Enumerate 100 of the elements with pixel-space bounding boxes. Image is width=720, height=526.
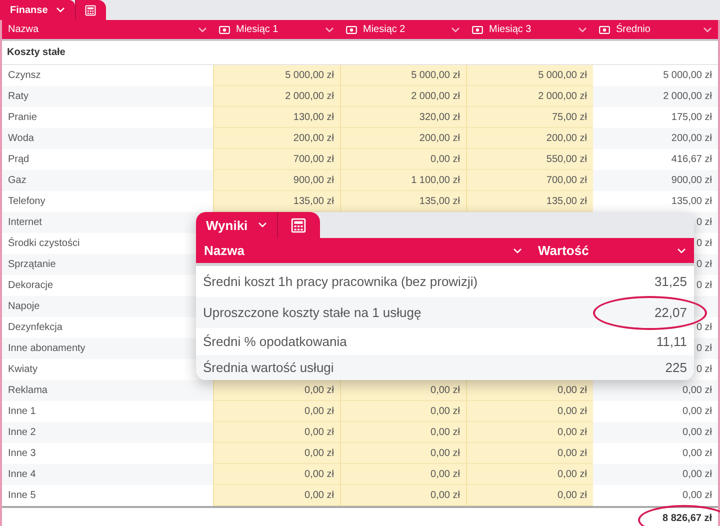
column-header[interactable]: Nazwa — [196, 238, 530, 263]
amount-cell: 175,00 zł — [671, 112, 712, 123]
amount-cell: 900,00 zł — [671, 175, 712, 186]
result-label: Średni koszt 1h pracy pracownika (bez prowizji) — [203, 274, 479, 289]
amount-cell: 0,00 zł — [304, 384, 334, 396]
column-header[interactable]: Nazwa — [2, 20, 213, 39]
column-header[interactable]: Miesiąc 2 — [340, 20, 466, 39]
result-value: 11,11 — [656, 334, 687, 349]
chevron-down-icon[interactable] — [703, 26, 712, 32]
amount-cell: 0 zł — [696, 364, 712, 375]
chevron-down-icon[interactable] — [578, 26, 587, 32]
amount-cell: 0,00 zł — [304, 468, 334, 480]
amount-cell: 0,00 zł — [682, 448, 712, 459]
amount-cell: 0,00 zł — [304, 426, 334, 438]
amount-cell: 200,00 zł — [546, 132, 587, 144]
banknote-icon — [599, 26, 610, 34]
amount-cell: 0,00 zł — [430, 490, 460, 500]
row-name: Inne 4 — [7, 468, 37, 482]
amount-cell: 5 000,00 zł — [411, 70, 460, 80]
calculator-icon[interactable] — [291, 218, 306, 232]
column-header[interactable]: Średnio — [593, 20, 718, 39]
row-name: Inne 3 — [7, 447, 37, 461]
amount-cell: 0,00 zł — [558, 426, 587, 438]
row-name: Prąd — [7, 153, 30, 167]
calculator-tab[interactable] — [74, 0, 106, 20]
banknote-icon — [472, 26, 483, 34]
amount-cell: 135,00 zł — [671, 196, 712, 207]
amount-cell: 0,00 zł — [430, 468, 460, 480]
amount-cell: 0 zł — [696, 322, 712, 333]
row-name: Gaz — [7, 174, 28, 188]
banknote-icon — [346, 26, 357, 34]
amount-cell: 0,00 zł — [558, 490, 587, 500]
amount-cell: 0,00 zł — [430, 448, 460, 458]
amount-cell: 2 000,00 zł — [411, 90, 460, 102]
amount-cell: 0,00 zł — [304, 406, 334, 416]
result-label: Średni % opodatkowania — [203, 334, 348, 349]
row-name: Dezynfekcja — [7, 321, 64, 335]
chevron-down-icon[interactable] — [325, 26, 334, 32]
chevron-down-icon[interactable] — [451, 26, 460, 32]
amount-cell: 75,00 zł — [552, 112, 587, 122]
amount-cell: 1 100,00 zł — [411, 174, 460, 186]
result-value: 225 — [665, 360, 687, 375]
amount-cell: 200,00 zł — [293, 132, 334, 144]
amount-cell: 0,00 zł — [558, 448, 587, 458]
amount-cell: 0 zł — [696, 238, 712, 249]
amount-cell: 0,00 zł — [682, 427, 712, 438]
amount-cell: 5 000,00 zł — [538, 70, 587, 80]
amount-cell: 416,67 zł — [671, 154, 712, 165]
amount-cell: 0,00 zł — [430, 426, 460, 438]
result-value: 31,25 — [654, 274, 687, 289]
amount-cell: 0 zł — [696, 343, 712, 354]
amount-cell: 2 000,00 zł — [663, 91, 712, 102]
row-name: Inne 2 — [7, 426, 37, 440]
amount-cell: 130,00 zł — [293, 112, 334, 122]
column-header[interactable]: Wartość — [530, 238, 694, 263]
column-header[interactable]: Miesiąc 3 — [466, 20, 593, 39]
row-name: Raty — [7, 90, 30, 104]
amount-cell: 0 zł — [696, 259, 712, 270]
row-name: Czynsz — [7, 69, 42, 83]
amount-cell: 0,00 zł — [304, 490, 334, 500]
amount-cell: 0,00 zł — [558, 384, 587, 396]
column-header[interactable]: Miesiąc 1 — [213, 20, 340, 39]
result-value: 22,07 — [654, 305, 687, 320]
row-name: Inne 1 — [7, 405, 37, 419]
amount-cell: 0,00 zł — [558, 406, 587, 416]
amount-cell: 0 zł — [696, 280, 712, 291]
amount-cell: 0,00 zł — [430, 154, 460, 164]
total-amount: 8 826,67 zł — [662, 512, 712, 524]
column-label: Miesiąc 3 — [489, 24, 532, 35]
amount-cell: 2 000,00 zł — [285, 90, 334, 102]
calculator-icon[interactable] — [85, 4, 96, 16]
banknote-icon — [219, 26, 230, 34]
amount-cell: 200,00 zł — [671, 133, 712, 144]
amount-cell: 700,00 zł — [546, 174, 587, 186]
column-label: Nazwa — [204, 243, 246, 258]
amount-cell: 0 zł — [696, 217, 712, 228]
calculator-tab[interactable] — [276, 212, 320, 238]
amount-cell: 0,00 zł — [682, 490, 712, 501]
amount-cell: 700,00 zł — [293, 154, 334, 164]
amount-cell: 5 000,00 zł — [663, 70, 712, 81]
amount-cell: 135,00 zł — [546, 196, 587, 206]
column-label: Wartość — [538, 243, 590, 258]
amount-cell: 900,00 zł — [293, 174, 334, 186]
column-label: Nazwa — [8, 24, 40, 35]
amount-cell: 2 000,00 zł — [538, 90, 587, 102]
column-label: Miesiąc 1 — [236, 24, 280, 35]
result-label: Uproszczone koszty stałe na 1 usługę — [203, 305, 422, 320]
amount-cell: 320,00 zł — [419, 112, 460, 122]
chevron-down-icon[interactable] — [198, 26, 207, 32]
row-name: Sprzątanie — [7, 258, 57, 272]
row-name: Woda — [7, 132, 35, 146]
amount-cell: 200,00 zł — [419, 132, 460, 144]
amount-cell: 0,00 zł — [682, 385, 712, 396]
amount-cell: 0,00 zł — [430, 406, 460, 416]
sheet-tab[interactable]: Finanse — [0, 0, 75, 20]
results-tab[interactable]: Wyniki — [196, 212, 277, 238]
amount-cell: 0,00 zł — [430, 384, 460, 396]
row-name: Pranie — [7, 111, 38, 125]
amount-cell: 0,00 zł — [682, 469, 712, 480]
amount-cell: 0,00 zł — [558, 468, 587, 480]
